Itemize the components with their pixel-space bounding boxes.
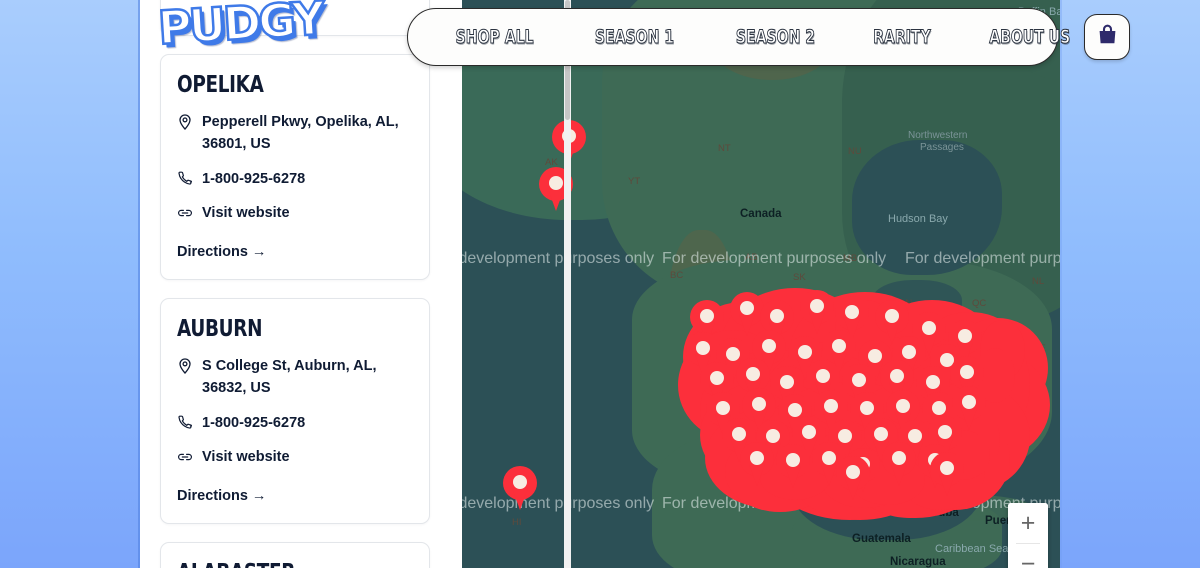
store-card[interactable]: AUBURN S College St, Auburn, AL, 36832, … — [160, 298, 430, 524]
store-phone: 1-800-925-6278 — [202, 414, 306, 431]
map-marker-dot — [824, 399, 838, 413]
map-marker-dot — [860, 401, 874, 415]
map-marker-dot — [549, 176, 563, 190]
map-marker-dot — [513, 475, 527, 489]
nav-link-season-1[interactable]: SEASON 1 — [595, 25, 675, 48]
map-marker-dot — [740, 301, 754, 315]
store-phone-row[interactable]: 1-800-925-6278 — [177, 413, 413, 435]
map-marker-dot — [962, 395, 976, 409]
store-phone-row[interactable]: 1-800-925-6278 — [177, 169, 413, 191]
map-marker-pin[interactable] — [503, 466, 537, 512]
store-website-row[interactable]: Visit website — [177, 447, 413, 469]
map-marker-dot — [762, 339, 776, 353]
map-marker-dot — [798, 345, 812, 359]
map-marker-dot — [696, 341, 710, 355]
page-frame-right-edge — [1060, 0, 1062, 568]
nav-link-about-us[interactable]: ABOUT US — [989, 25, 1071, 48]
map-marker-dot — [852, 373, 866, 387]
map-marker-dot — [958, 329, 972, 343]
store-address: Pepperell Pkwy, Opelika, AL, 36801, US — [202, 114, 399, 152]
map-marker-dot — [710, 371, 724, 385]
store-address: S College St, Auburn, AL, 36832, US — [202, 358, 377, 396]
map-marker-dot — [846, 465, 860, 479]
store-website-link[interactable]: Visit website — [202, 447, 290, 469]
map-marker-dot — [732, 427, 746, 441]
nav-link-rarity[interactable]: RARITY — [873, 25, 931, 48]
map-zoom-in-button[interactable]: + — [1008, 503, 1048, 543]
map-marker-pin[interactable] — [930, 452, 964, 498]
map-marker-dot — [938, 425, 952, 439]
store-directions-link[interactable]: Directions → — [177, 244, 266, 260]
store-locator-map[interactable]: CanadaMexicoGuatemalaNicaraguaCubaPuerAK… — [462, 0, 1060, 568]
store-name: ALABASTER — [177, 560, 366, 568]
map-marker-dot — [746, 367, 760, 381]
phone-icon — [177, 414, 193, 431]
map-marker-dot — [770, 309, 784, 323]
map-marker-dot — [716, 401, 730, 415]
store-phone: 1-800-925-6278 — [202, 170, 306, 187]
cart-button[interactable] — [1084, 14, 1131, 60]
map-marker-dot — [874, 427, 888, 441]
store-name: OPELIKA — [177, 72, 264, 98]
map-marker-dot — [832, 339, 846, 353]
link-icon — [177, 448, 193, 465]
map-marker-dot — [902, 345, 916, 359]
store-card[interactable]: ALABASTER Colonial Promenade Pkwy 1-800-… — [160, 542, 430, 568]
map-pin-icon — [177, 357, 193, 374]
store-list-scrollbar[interactable] — [564, 0, 571, 568]
phone-icon — [177, 170, 193, 187]
map-marker-pin[interactable] — [740, 442, 774, 488]
map-marker-pin[interactable] — [836, 456, 870, 502]
store-address-row: Pepperell Pkwy, Opelika, AL, 36801, US — [177, 112, 413, 156]
nav-links-group[interactable]: SHOP ALL SEASON 1 SEASON 2 RARITY ABOUT US — [442, 25, 1084, 48]
main-navigation-bar[interactable]: SHOP ALL SEASON 1 SEASON 2 RARITY ABOUT US — [407, 8, 1131, 66]
map-marker-pin[interactable] — [776, 444, 810, 490]
map-marker-dot — [752, 397, 766, 411]
map-marker-dot — [802, 425, 816, 439]
map-marker-dot — [926, 375, 940, 389]
store-website-link[interactable]: Visit website — [202, 203, 290, 225]
map-marker-dot — [810, 299, 824, 313]
map-zoom-controls[interactable]: + − — [1008, 503, 1048, 568]
map-marker-dot — [700, 309, 714, 323]
map-marker-dot — [750, 451, 764, 465]
map-marker-dot — [908, 429, 922, 443]
store-directions-link[interactable]: Directions → — [177, 488, 266, 504]
store-list-panel[interactable]: OPELIKA Pepperell Pkwy, Opelika, AL, 368… — [150, 0, 440, 568]
link-icon — [177, 204, 193, 221]
map-pin-icon — [177, 113, 193, 130]
store-website-row[interactable]: Visit website — [177, 203, 413, 225]
map-marker-dot — [885, 309, 899, 323]
map-marker-dot — [786, 453, 800, 467]
store-name: AUBURN — [177, 316, 263, 342]
store-address-row: S College St, Auburn, AL, 36832, US — [177, 356, 413, 400]
map-zoom-out-button[interactable]: − — [1008, 544, 1048, 568]
nav-link-shop-all[interactable]: SHOP ALL — [455, 25, 534, 48]
map-marker-pin[interactable] — [882, 442, 916, 488]
map-marker-dot — [896, 399, 910, 413]
map-marker-dot — [816, 369, 830, 383]
store-card[interactable]: OPELIKA Pepperell Pkwy, Opelika, AL, 368… — [160, 54, 430, 280]
map-marker-dot — [922, 321, 936, 335]
map-marker-dot — [838, 429, 852, 443]
map-marker-dot — [822, 451, 836, 465]
map-marker-dot — [940, 461, 954, 475]
map-marker-dot — [960, 365, 974, 379]
page-content-frame: CanadaMexicoGuatemalaNicaraguaCubaPuerAK… — [140, 0, 1060, 568]
map-marker-dot — [788, 403, 802, 417]
map-marker-dot — [845, 305, 859, 319]
map-marker-dot — [780, 375, 794, 389]
map-water-hudson-bay — [852, 140, 1002, 275]
map-marker-dot — [932, 401, 946, 415]
map-marker-dot — [892, 451, 906, 465]
map-marker-dot — [890, 369, 904, 383]
nav-link-season-2[interactable]: SEASON 2 — [736, 25, 816, 48]
map-marker-dot — [766, 429, 780, 443]
shopping-bag-icon — [1098, 24, 1117, 50]
